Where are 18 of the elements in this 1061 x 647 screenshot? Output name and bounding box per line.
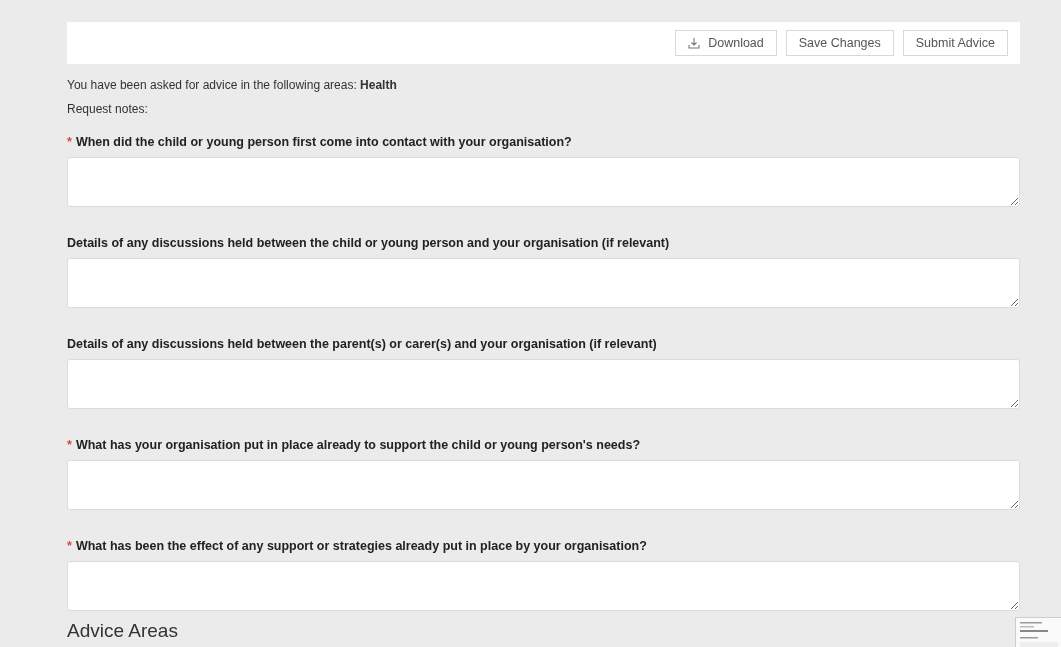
answer-field[interactable]: [67, 258, 1020, 308]
intro-text: You have been asked for advice in the following areas: Health: [67, 77, 398, 93]
answer-field[interactable]: [67, 561, 1020, 611]
toolbar-button[interactable]: Save Changes: [785, 30, 894, 56]
answer-field[interactable]: [67, 157, 1020, 207]
request-notes-label: Request notes:: [67, 101, 149, 117]
answer-field[interactable]: [67, 460, 1020, 510]
question-label: Details of any discussions held between the parent(s) or carer(s) and your organisation (if relevant): [67, 336, 658, 352]
question-label: * What has your organisation put in place already to support the child or young person's needs?: [67, 437, 642, 453]
answer-field[interactable]: [67, 359, 1020, 409]
toolbar-button[interactable]: Submit Advice: [902, 30, 1008, 56]
question-label: * What has been the effect of any support or strategies already put in place by your organisation?: [67, 538, 648, 554]
question-label: Details of any discussions held between the child or young person and your organisation (if relevant): [67, 235, 671, 251]
screenshot-thumbnail-drawing[interactable]: [1015, 617, 1061, 647]
question-label: * When did the child or young person first come into contact with your organisation?: [67, 134, 573, 150]
toolbar-button[interactable]: Download: [675, 30, 777, 56]
download-icon: [688, 37, 701, 49]
section-heading: Advice Areas: [67, 621, 179, 641]
